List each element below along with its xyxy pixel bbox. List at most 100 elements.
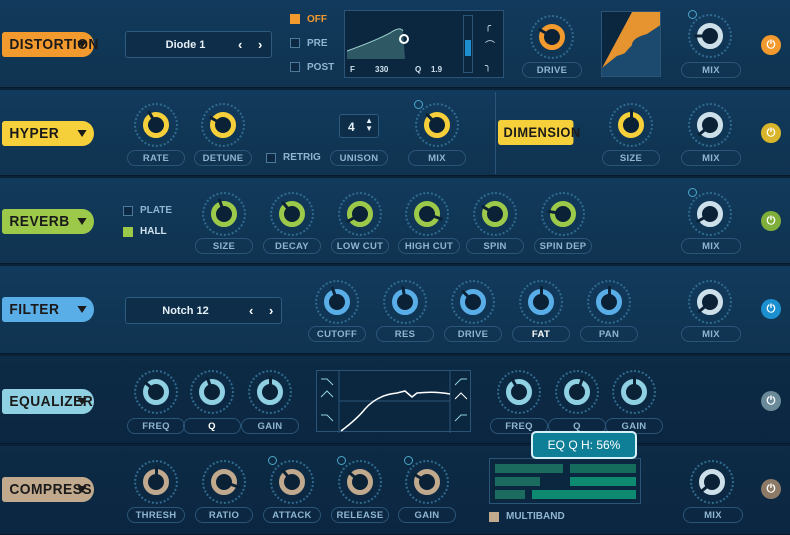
- eq-q-low-knob[interactable]: [190, 370, 234, 414]
- size-label: SIZE: [602, 150, 660, 166]
- chevron-down-icon: [77, 486, 87, 493]
- distortion-mode-select[interactable]: Diode 1 ‹ ›: [125, 31, 272, 58]
- rate-knob[interactable]: [134, 103, 178, 147]
- reverb-size-knob[interactable]: [202, 192, 246, 236]
- pan-knob[interactable]: [587, 280, 631, 324]
- detune-knob[interactable]: [201, 103, 245, 147]
- eq-q-high-knob[interactable]: [555, 370, 599, 414]
- next-icon[interactable]: ›: [269, 303, 273, 318]
- distortion-mix-knob[interactable]: [688, 14, 732, 58]
- eq-gain-low-knob[interactable]: [248, 370, 292, 414]
- distortion-menu[interactable]: DISTORTION: [2, 32, 98, 57]
- reverb-menu[interactable]: REVERB: [2, 209, 94, 234]
- thresh-knob[interactable]: [134, 460, 178, 504]
- dimension-mix-knob[interactable]: [688, 103, 732, 147]
- hyper-mix-knob[interactable]: [415, 103, 459, 147]
- multiband-label: MULTIBAND: [506, 511, 565, 522]
- distortion-post-checkbox[interactable]: [290, 62, 300, 72]
- mix-label: MIX: [681, 62, 741, 78]
- filter-menu[interactable]: FILTER: [2, 297, 94, 322]
- mix-label: MIX: [408, 150, 466, 166]
- res-knob[interactable]: [383, 280, 427, 324]
- equalizer-power-icon[interactable]: ⏻: [761, 391, 781, 411]
- fat-knob[interactable]: [519, 280, 563, 324]
- drive-knob[interactable]: [530, 15, 574, 59]
- reverb-power-icon[interactable]: ⏻: [761, 211, 781, 231]
- equalizer-section: EQUALIZER FREQ Q GAIN FREQ Q GAIN ⏻: [0, 356, 790, 444]
- filter-slope-slider[interactable]: [463, 15, 473, 73]
- equalizer-menu[interactable]: EQUALIZER: [2, 389, 94, 414]
- fat-label: FAT: [512, 326, 570, 342]
- mix-label: MIX: [681, 326, 741, 342]
- distortion-filter-display[interactable]: F 330 Q 1.9 ╭ ⌒ ╮: [344, 10, 504, 78]
- hall-checkbox[interactable]: [123, 227, 133, 237]
- comp-mix-knob[interactable]: [690, 460, 734, 504]
- prev-icon[interactable]: ‹: [249, 303, 253, 318]
- retrig-label: RETRIG: [283, 152, 321, 163]
- high-cut-label: HIGH CUT: [398, 238, 460, 254]
- high-cut-knob[interactable]: [405, 192, 449, 236]
- filter-mix-knob[interactable]: [688, 280, 732, 324]
- freq-label: FREQ: [127, 418, 185, 434]
- spin-knob[interactable]: [473, 192, 517, 236]
- chevron-down-icon: [77, 41, 87, 48]
- drive-label: DRIVE: [444, 326, 502, 342]
- comp-gain-knob[interactable]: [405, 460, 449, 504]
- filter-type-icons[interactable]: ╭ ⌒ ╮: [485, 17, 495, 77]
- compressor-menu[interactable]: COMPRESS: [2, 477, 94, 502]
- low-cut-knob[interactable]: [338, 192, 382, 236]
- eq-freq-high-knob[interactable]: [497, 370, 541, 414]
- attack-knob[interactable]: [270, 460, 314, 504]
- filter-power-icon[interactable]: ⏻: [761, 299, 781, 319]
- eq-curve-display[interactable]: [316, 370, 471, 433]
- filter-drive-knob[interactable]: [451, 280, 495, 324]
- detune-label: DETUNE: [194, 150, 252, 166]
- unison-stepper[interactable]: 4 ▲ ▼: [339, 114, 379, 138]
- f-value: 330: [375, 65, 389, 74]
- release-label: RELEASE: [331, 507, 389, 523]
- chevron-down-icon: [77, 130, 87, 137]
- low-cut-label: LOW CUT: [331, 238, 389, 254]
- decay-knob[interactable]: [270, 192, 314, 236]
- eq-curve-graph: [320, 371, 468, 433]
- filter-mode-select[interactable]: Notch 12 ‹ ›: [125, 297, 282, 324]
- distortion-pre-checkbox[interactable]: [290, 38, 300, 48]
- next-icon[interactable]: ›: [258, 37, 262, 52]
- section-title: DIMENSION: [503, 124, 581, 140]
- ratio-knob[interactable]: [202, 460, 246, 504]
- release-knob[interactable]: [338, 460, 382, 504]
- distortion-power-icon[interactable]: ⏻: [761, 35, 781, 55]
- compressor-section: COMPRESS THRESH RATIO ATTACK RELEASE GAI…: [0, 446, 790, 535]
- compressor-power-icon[interactable]: ⏻: [761, 479, 781, 499]
- unison-value: 4: [348, 120, 355, 134]
- q-value: 1.9: [431, 65, 443, 74]
- eq-gain-high-knob[interactable]: [612, 370, 656, 414]
- prev-icon[interactable]: ‹: [238, 37, 242, 52]
- filter-mode-value: Notch 12: [162, 305, 209, 317]
- mix-label: MIX: [681, 150, 741, 166]
- f-label: F: [350, 65, 355, 74]
- eq-freq-low-knob[interactable]: [134, 370, 178, 414]
- distortion-off-checkbox[interactable]: [290, 14, 300, 24]
- cutoff-knob[interactable]: [315, 280, 359, 324]
- filter-curve-graph: [346, 28, 409, 59]
- hyper-section: HYPER RATE DETUNE RETRIG 4 ▲ ▼ UNISON MIX …: [0, 90, 790, 176]
- reverb-mix-knob[interactable]: [688, 192, 732, 236]
- chevron-down-icon: [77, 218, 87, 225]
- ratio-label: RATIO: [195, 507, 253, 523]
- filter-section: FILTER Notch 12 ‹ › CUTOFF RES DRIVE FAT…: [0, 266, 790, 354]
- res-label: RES: [376, 326, 434, 342]
- spin-label: SPIN: [466, 238, 524, 254]
- dimension-title[interactable]: DIMENSION: [498, 120, 580, 145]
- multiband-checkbox[interactable]: [489, 512, 499, 522]
- dimension-size-knob[interactable]: [609, 103, 653, 147]
- spin-depth-label: SPIN DEP: [534, 238, 592, 254]
- hyper-power-icon[interactable]: ⏻: [761, 123, 781, 143]
- reverb-section: REVERB PLATE HALL SIZE DECAY LOW CUT HIG…: [0, 178, 790, 264]
- retrig-checkbox[interactable]: [266, 153, 276, 163]
- plate-checkbox[interactable]: [123, 206, 133, 216]
- spin-depth-knob[interactable]: [541, 192, 585, 236]
- hyper-menu[interactable]: HYPER: [2, 121, 94, 146]
- stepper-arrows-icon[interactable]: ▲ ▼: [365, 117, 373, 133]
- q-label: Q: [415, 65, 422, 74]
